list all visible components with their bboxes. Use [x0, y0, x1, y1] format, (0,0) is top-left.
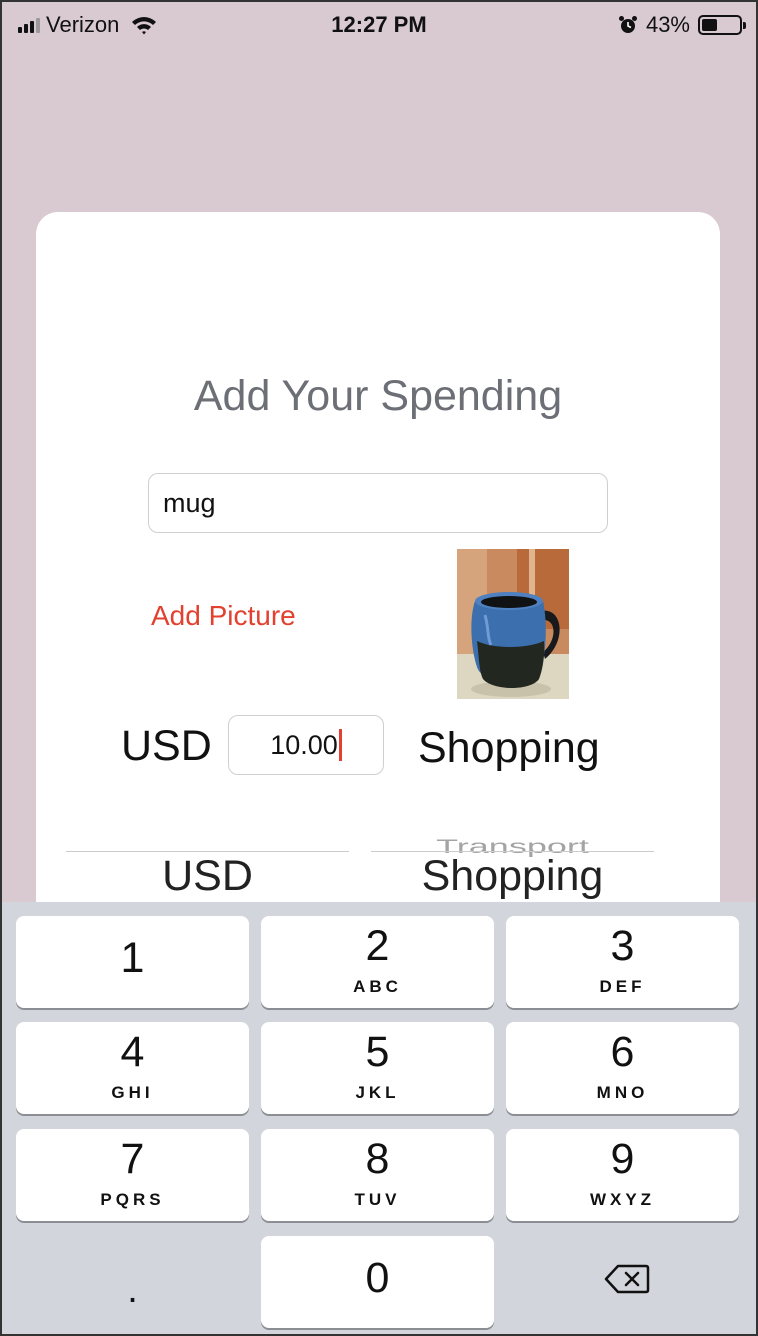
- battery-icon: [698, 15, 746, 35]
- amount-value: 10.00: [270, 730, 338, 760]
- key-8[interactable]: 8 TUV: [261, 1129, 494, 1221]
- key-digit: 8: [365, 1135, 390, 1183]
- status-right: 43%: [618, 12, 746, 38]
- key-letters: WXYZ: [589, 1190, 656, 1209]
- item-name-input[interactable]: mug: [148, 473, 608, 533]
- key-digit: 5: [365, 1028, 390, 1076]
- key-1[interactable]: 1: [16, 916, 249, 1008]
- add-picture-button[interactable]: Add Picture: [151, 600, 296, 632]
- key-digit: 7: [120, 1135, 145, 1183]
- key-letters: TUV: [354, 1190, 401, 1209]
- key-6[interactable]: 6 MNO: [506, 1022, 739, 1114]
- key-letters: ABC: [353, 977, 402, 996]
- amount-input[interactable]: 10.00: [228, 715, 384, 775]
- currency-label: USD: [121, 722, 212, 770]
- backspace-icon: [604, 1264, 650, 1294]
- key-digit: 1: [120, 934, 145, 982]
- category-picker-selected[interactable]: Shopping: [371, 852, 654, 901]
- battery-fill: [702, 19, 717, 31]
- key-letters: MNO: [596, 1083, 649, 1102]
- status-bar: Verizon 12:27 PM 43%: [2, 2, 756, 50]
- key-9[interactable]: 9 WXYZ: [506, 1129, 739, 1221]
- key-letters: DEF: [599, 977, 646, 996]
- key-digit: 2: [365, 922, 390, 970]
- key-letters: GHI: [111, 1083, 154, 1102]
- delete-key[interactable]: [506, 1234, 739, 1326]
- key-digit: 0: [365, 1254, 390, 1302]
- add-spending-card: Add Your Spending mug Add Picture USD 10: [36, 212, 720, 972]
- numeric-keypad: 1 2 ABC 3 DEF 4 GHI 5 JKL 6 MNO 7 PQRS 8…: [2, 902, 756, 1334]
- key-digit: 6: [610, 1028, 635, 1076]
- key-0[interactable]: 0: [261, 1236, 494, 1328]
- text-cursor: [338, 728, 342, 761]
- screen: Verizon 12:27 PM 43% Add Your Spending m…: [0, 0, 758, 1336]
- key-5[interactable]: 5 JKL: [261, 1022, 494, 1114]
- key-digit: 4: [120, 1028, 145, 1076]
- key-7[interactable]: 7 PQRS: [16, 1129, 249, 1221]
- category-picker[interactable]: Transport Shopping: [371, 812, 654, 902]
- battery-percent: 43%: [645, 12, 690, 37]
- decimal-key[interactable]: .: [16, 1244, 249, 1334]
- key-digit: 3: [610, 922, 635, 970]
- currency-picker[interactable]: USD: [66, 812, 349, 902]
- alarm-icon: [618, 16, 637, 33]
- key-letters: PQRS: [100, 1190, 165, 1209]
- key-3[interactable]: 3 DEF: [506, 916, 739, 1008]
- key-letters: JKL: [355, 1083, 400, 1102]
- currency-picker-selected[interactable]: USD: [66, 852, 349, 901]
- item-photo: [457, 549, 569, 699]
- page-title: Add Your Spending: [193, 372, 563, 420]
- category-label: Shopping: [418, 724, 600, 772]
- key-digit: 9: [610, 1135, 635, 1183]
- key-2[interactable]: 2 ABC: [261, 916, 494, 1008]
- key-4[interactable]: 4 GHI: [16, 1022, 249, 1114]
- mug-photo-image: [457, 549, 569, 699]
